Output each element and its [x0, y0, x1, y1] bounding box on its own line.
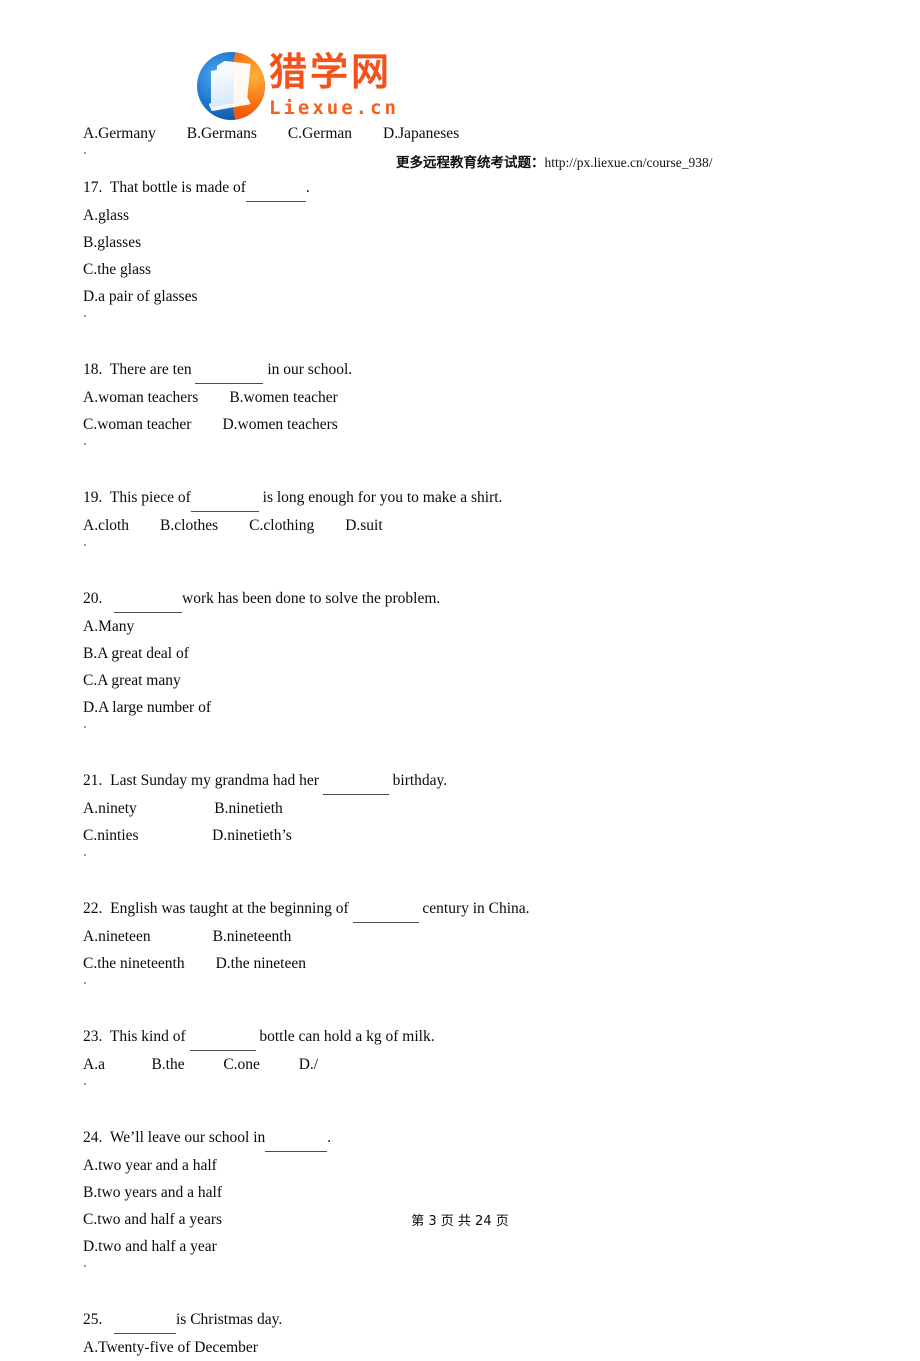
question-spacer	[83, 1260, 843, 1282]
question-stem-before: This piece of	[102, 489, 191, 506]
question-stem-after: is long enough for you to make a shirt.	[258, 489, 503, 506]
option-line: A.a B.the C.one D./	[83, 1056, 319, 1073]
answer-blank	[195, 356, 264, 384]
question-stem-after: century in China.	[418, 900, 530, 917]
question-stem-after: birthday.	[388, 772, 448, 789]
answer-blank	[265, 1124, 328, 1152]
question-gap	[83, 1100, 843, 1119]
question-gap	[83, 999, 843, 1018]
question-spacer	[83, 147, 843, 169]
option-line: B.glasses	[83, 234, 142, 251]
page-footer: 第 3 页 共 24 页	[0, 1210, 920, 1230]
question-stem-before: This kind of	[102, 1028, 190, 1045]
option-line: B.two years and a half	[83, 1184, 223, 1201]
question-spacer	[83, 539, 843, 561]
question-number: 17.	[83, 179, 103, 196]
question-stem: 25. is Christmas day.	[83, 1306, 843, 1334]
option-line: C.ninties D.ninetieth’s	[83, 827, 292, 844]
question-gap	[83, 460, 843, 479]
answer-blank	[189, 1023, 256, 1051]
question-spacer	[83, 1078, 843, 1100]
question-stem: 21. Last Sunday my grandma had her birth…	[83, 767, 843, 795]
question-stem-before: Last Sunday my grandma had her	[102, 772, 323, 789]
question-spacer	[83, 849, 843, 871]
option-line: A.Twenty-five of December	[83, 1339, 258, 1356]
option-line: A.nineteen B.nineteenth	[83, 928, 292, 945]
question-stem: 17. That bottle is made of .	[83, 174, 843, 202]
question-spacer	[83, 977, 843, 999]
question-number: 21.	[83, 772, 103, 789]
question-number: 18.	[83, 361, 103, 378]
question-gap	[83, 1282, 843, 1301]
answer-blank	[114, 1306, 176, 1334]
question-stem-after: .	[327, 1129, 332, 1146]
question-stem: 22. English was taught at the beginning …	[83, 895, 843, 923]
option-line: A.cloth B.clothes C.clothing D.suit	[83, 517, 383, 534]
previous-question-options: A.Germany B.Germans C.German D.Japaneses	[83, 125, 460, 142]
question-stem-after: in our school.	[263, 361, 353, 378]
logo-chinese-name: 猎学网	[269, 50, 393, 94]
question-stem-after: .	[305, 179, 310, 196]
option-line: D.A large number of	[83, 699, 211, 716]
question-number: 25.	[83, 1311, 103, 1328]
option-line: D.two and half a year	[83, 1238, 217, 1255]
question-stem-before: There are ten	[102, 361, 196, 378]
question-number: 19.	[83, 489, 103, 506]
question-stem-after: work has been done to solve the problem.	[182, 590, 441, 607]
question-stem-after: is Christmas day.	[176, 1311, 283, 1328]
site-logo: 猎学网 Liexue.cn	[197, 52, 399, 120]
answer-blank	[190, 484, 259, 512]
option-line: A.woman teachers B.women teacher	[83, 389, 338, 406]
question-stem: 24. We’ll leave our school in .	[83, 1124, 843, 1152]
question-spacer	[83, 310, 843, 332]
option-line: A.ninety B.ninetieth	[83, 800, 283, 817]
answer-blank	[245, 174, 306, 202]
option-line: B.A great deal of	[83, 645, 189, 662]
question-gap	[83, 871, 843, 890]
question-stem-before	[102, 1311, 114, 1328]
question-stem-before: We’ll leave our school in	[102, 1129, 266, 1146]
option-line: C.the glass	[83, 261, 152, 278]
question-stem-before: That bottle is made of	[102, 179, 246, 196]
option-line: A.glass	[83, 207, 130, 224]
question-stem: 20. work has been done to solve the prob…	[83, 585, 843, 613]
question-number: 22.	[83, 900, 103, 917]
question-number: 23.	[83, 1028, 103, 1045]
question-gap	[83, 332, 843, 351]
question-stem: 23. This kind of bottle can hold a kg of…	[83, 1023, 843, 1051]
page-number-label: 第 3 页 共 24 页	[411, 1214, 509, 1229]
question-spacer	[83, 721, 843, 743]
page-header: 猎学网 Liexue.cn 更多远程教育统考试题：http://px.liexu…	[0, 48, 920, 171]
question-stem-after: bottle can hold a kg of milk.	[255, 1028, 435, 1045]
logo-book-page	[210, 66, 234, 108]
question-stem-before	[102, 590, 114, 607]
question-number: 20.	[83, 590, 103, 607]
logo-wordmark: 猎学网 Liexue.cn	[269, 53, 399, 118]
option-line: C.the nineteenth D.the nineteen	[83, 955, 306, 972]
option-line: C.A great many	[83, 672, 181, 689]
question-spacer	[83, 438, 843, 460]
answer-blank	[114, 585, 182, 613]
question-gap	[83, 561, 843, 580]
option-line: A.two year and a half	[83, 1157, 217, 1174]
exam-body: A.Germany B.Germans C.German D.Japaneses…	[83, 120, 843, 1361]
question-gap	[83, 743, 843, 762]
option-line: C.woman teacher D.women teachers	[83, 416, 338, 433]
question-stem: 19. This piece of is long enough for you…	[83, 484, 843, 512]
question-list: 17. That bottle is made of . A.glass B.gla…	[83, 147, 843, 1361]
question-stem-before: English was taught at the beginning of	[102, 900, 353, 917]
answer-blank	[322, 767, 389, 795]
question-number: 24.	[83, 1129, 103, 1146]
answer-blank	[352, 895, 419, 923]
option-line: A.Many	[83, 618, 135, 635]
question-stem: 18. There are ten in our school.	[83, 356, 843, 384]
option-line: D.a pair of glasses	[83, 288, 198, 305]
logo-circle-icon	[197, 52, 265, 120]
logo-english-name: Liexue.cn	[269, 97, 399, 119]
